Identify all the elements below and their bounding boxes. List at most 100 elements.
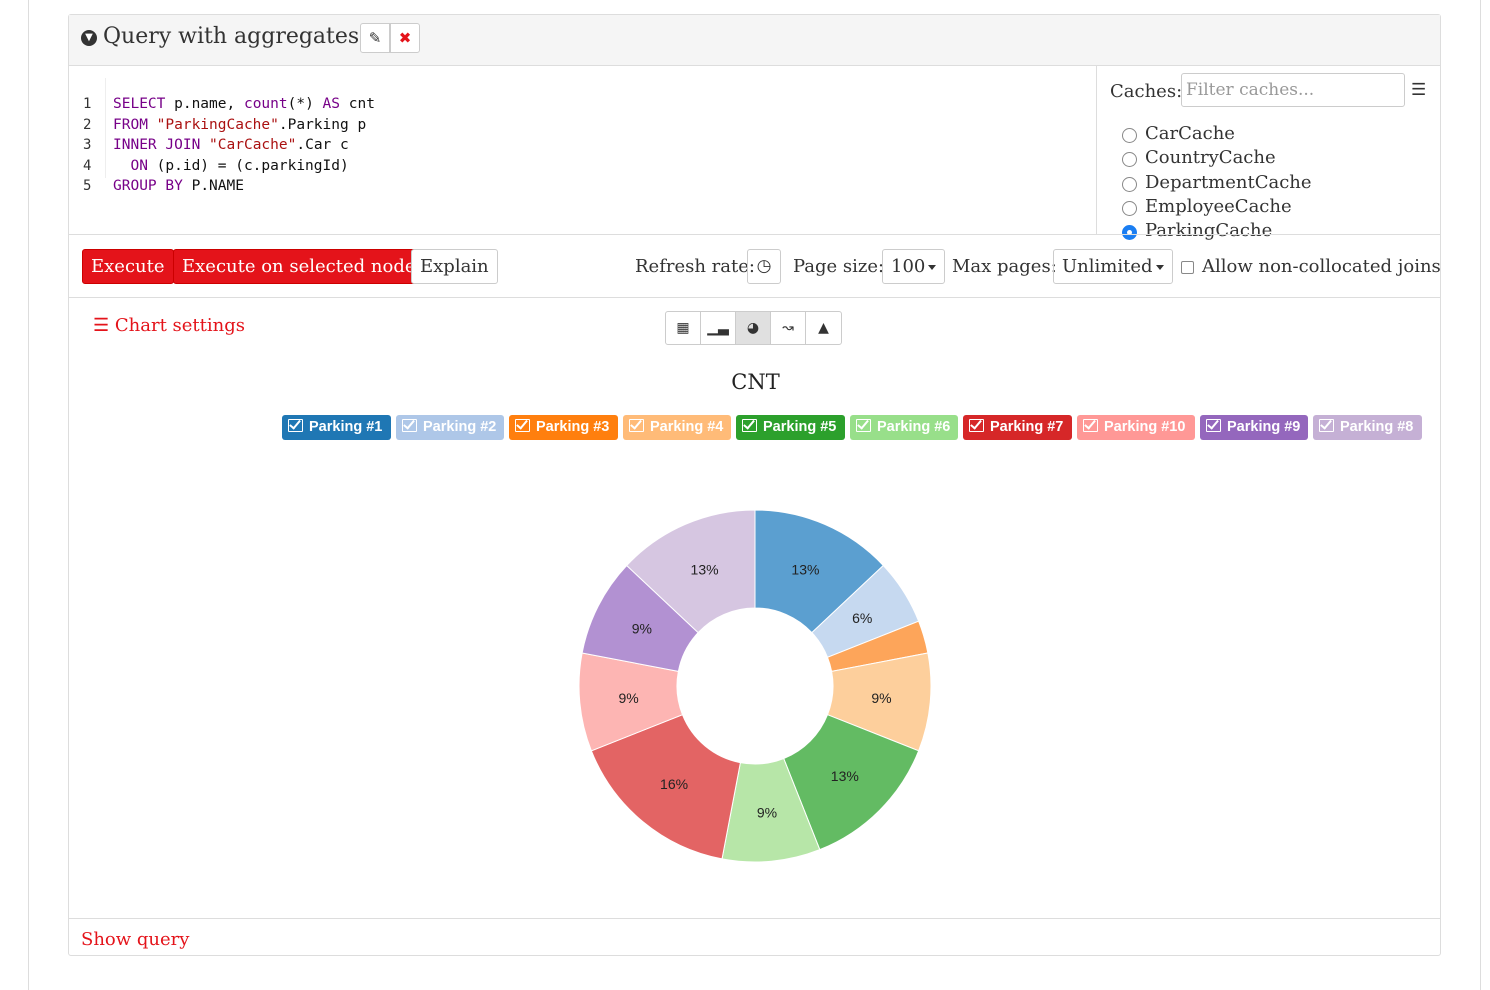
bar-chart-icon[interactable]: ▁▃ bbox=[701, 312, 736, 344]
slice-label: 9% bbox=[618, 690, 638, 706]
view-mode-group: ▦ ▁▃ ◕ ↝ ▲ bbox=[665, 311, 842, 345]
pie-chart: 13% 6% 9% 13% 9% 16% 9% 9% 13% bbox=[578, 509, 932, 863]
legend-label: Parking #2 bbox=[423, 419, 497, 435]
max-pages-dropdown[interactable]: Unlimited bbox=[1053, 249, 1173, 284]
cache-radio[interactable] bbox=[1122, 128, 1137, 143]
legend-item[interactable]: Parking #10 bbox=[1077, 415, 1195, 440]
cache-name: EmployeeCache bbox=[1145, 195, 1292, 217]
execute-button[interactable]: Execute bbox=[82, 249, 174, 284]
delete-button[interactable]: ✖ bbox=[390, 23, 420, 53]
cache-filter-input[interactable] bbox=[1181, 73, 1405, 107]
legend-label: Parking #4 bbox=[650, 419, 724, 435]
allow-joins-label[interactable]: Allow non-collocated joins bbox=[1202, 256, 1441, 277]
code-text: SELECT p.name, count(*) AS cnt bbox=[113, 96, 375, 112]
sql-editor[interactable]: 1 SELECT p.name, count(*) AS cnt 2 FROM "Pa… bbox=[69, 66, 1097, 234]
legend-item[interactable]: Parking #4 bbox=[623, 415, 731, 440]
legend-label: Parking #7 bbox=[990, 419, 1064, 435]
page-border-right bbox=[1480, 0, 1481, 990]
line-number: 2 bbox=[83, 116, 92, 133]
code-text: FROM "ParkingCache".Parking p bbox=[113, 116, 367, 133]
table-icon[interactable]: ▦ bbox=[666, 312, 701, 344]
legend-label: Parking #10 bbox=[1104, 419, 1186, 435]
caches-label: Caches: bbox=[1110, 81, 1183, 102]
times-icon: ✖ bbox=[398, 29, 412, 47]
chevron-down-icon[interactable]: ▼ bbox=[81, 30, 97, 46]
cache-radio[interactable] bbox=[1122, 152, 1137, 168]
slice-label: 9% bbox=[871, 690, 891, 706]
checkbox-icon bbox=[629, 419, 644, 432]
legend-label: Parking #5 bbox=[763, 419, 837, 435]
area-chart-icon[interactable]: ▲ bbox=[806, 312, 841, 344]
cache-name: CarCache bbox=[1145, 123, 1235, 144]
page-size-value: 100 bbox=[891, 256, 926, 277]
cache-radio[interactable] bbox=[1122, 176, 1137, 192]
checkbox-icon bbox=[1319, 419, 1334, 432]
line-number: 1 bbox=[83, 96, 92, 112]
code-line[interactable]: 5 GROUP BY P.NAME bbox=[69, 176, 1089, 196]
pie-chart-icon[interactable]: ◕ bbox=[736, 312, 771, 344]
checkbox-icon bbox=[1206, 419, 1221, 432]
legend-item[interactable]: Parking #6 bbox=[850, 415, 958, 440]
edit-button[interactable]: ✎ bbox=[360, 23, 390, 53]
legend-item[interactable]: Parking #7 bbox=[963, 415, 1072, 440]
caret-down-icon bbox=[1155, 264, 1164, 270]
query-toolbar: Execute Execute on selected node Explain… bbox=[69, 234, 1441, 298]
legend-item[interactable]: Parking #1 bbox=[282, 415, 391, 440]
chart-settings-label: Chart settings bbox=[114, 315, 245, 336]
panel-header: ▼ Query with aggregates ✎ ✖ bbox=[69, 15, 1440, 66]
checkbox-icon bbox=[856, 419, 871, 432]
checkbox-icon bbox=[1083, 419, 1098, 432]
chart-title: CNT bbox=[731, 370, 780, 394]
code-line[interactable]: 3 INNER JOIN "CarCache".Car c bbox=[69, 135, 1089, 155]
show-query-link[interactable]: Show query bbox=[81, 929, 189, 950]
legend-label: Parking #6 bbox=[877, 419, 951, 435]
chart-legend: Parking #1 Parking #2 Parking #3 Parking #4… bbox=[69, 415, 1442, 441]
max-pages-value: Unlimited bbox=[1062, 256, 1153, 277]
slice-label: 6% bbox=[852, 610, 872, 626]
code-line[interactable]: 2 FROM "ParkingCache".Parking p bbox=[69, 115, 1089, 135]
code-text: INNER JOIN "CarCache".Car c bbox=[113, 137, 349, 153]
max-pages-label: Max pages: bbox=[952, 256, 1057, 277]
cache-name: CountryCache bbox=[1145, 147, 1276, 169]
explain-button[interactable]: Explain bbox=[411, 249, 498, 284]
page-size-label: Page size: bbox=[793, 256, 885, 277]
clock-icon: ◷ bbox=[756, 256, 772, 276]
query-panel: ▼ Query with aggregates ✎ ✖ 1 SELECT p.na… bbox=[68, 14, 1441, 956]
legend-item[interactable]: Parking #5 bbox=[736, 415, 845, 440]
line-number: 4 bbox=[83, 157, 92, 174]
legend-item[interactable]: Parking #3 bbox=[509, 415, 618, 440]
legend-item[interactable]: Parking #2 bbox=[396, 415, 504, 440]
legend-label: Parking #1 bbox=[309, 419, 383, 435]
slice-label: 13% bbox=[691, 561, 719, 577]
line-number: 5 bbox=[83, 178, 92, 194]
slice-label: 9% bbox=[632, 620, 652, 636]
checkbox-icon bbox=[515, 419, 530, 432]
checkbox-icon bbox=[288, 419, 303, 432]
refresh-rate-button[interactable]: ◷ bbox=[747, 249, 781, 284]
database-icon: ☰ bbox=[1411, 80, 1427, 100]
page-border-left bbox=[28, 0, 29, 990]
line-chart-icon[interactable]: ↝ bbox=[771, 312, 806, 344]
cache-radio[interactable] bbox=[1122, 200, 1137, 216]
caches-panel: Caches: ☰ CarCache CountryCacheDepartment… bbox=[1097, 66, 1442, 241]
legend-label: Parking #9 bbox=[1227, 419, 1301, 435]
page-size-dropdown[interactable]: 100 bbox=[882, 249, 946, 284]
execute-on-node-button[interactable]: Execute on selected node bbox=[173, 249, 425, 284]
refresh-rate-label: Refresh rate: bbox=[635, 256, 755, 277]
bars-icon: ☰ bbox=[93, 315, 110, 336]
code-line[interactable]: 4 ON (p.id) = (c.parkingId) bbox=[69, 156, 1089, 176]
cache-name: DepartmentCache bbox=[1145, 171, 1312, 193]
caret-down-icon bbox=[928, 264, 937, 270]
code-text: ON (p.id) = (c.parkingId) bbox=[113, 157, 349, 174]
slice-label: 9% bbox=[757, 804, 777, 820]
checkbox-icon bbox=[402, 419, 417, 432]
slice-label: 13% bbox=[791, 561, 819, 577]
chart-settings-link[interactable]: ☰ Chart settings bbox=[93, 315, 245, 336]
code-line[interactable]: 1 SELECT p.name, count(*) AS cnt bbox=[69, 94, 1049, 114]
allow-joins-checkbox[interactable] bbox=[1181, 261, 1194, 274]
legend-item[interactable]: Parking #9 bbox=[1200, 415, 1308, 440]
legend-label: Parking #8 bbox=[1340, 419, 1414, 435]
legend-item[interactable]: Parking #8 bbox=[1313, 415, 1422, 440]
panel-title[interactable]: Query with aggregates bbox=[103, 24, 359, 49]
legend-label: Parking #3 bbox=[536, 419, 610, 435]
